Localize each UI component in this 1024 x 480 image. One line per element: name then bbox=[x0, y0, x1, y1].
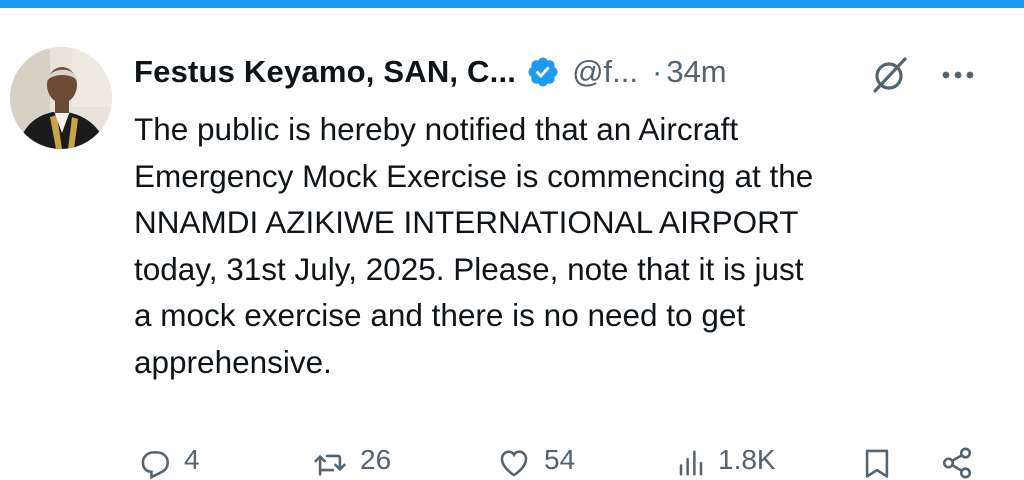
avatar[interactable] bbox=[10, 47, 112, 149]
reply-icon bbox=[141, 451, 170, 480]
verified-badge-icon bbox=[526, 55, 560, 89]
bookmark-button[interactable] bbox=[860, 440, 894, 480]
share-icon bbox=[942, 447, 972, 479]
views-button[interactable]: 1.8K bbox=[676, 440, 776, 480]
views-icon bbox=[679, 450, 703, 476]
tweet-actions: 4 26 54 1.8K bbox=[134, 440, 994, 480]
tweet-text-line: The public is hereby notified that an Ai… bbox=[134, 111, 739, 147]
tweet-text-line: Emergency Mock Exercise is commencing at… bbox=[134, 157, 814, 194]
reply-button[interactable]: 4 bbox=[138, 440, 200, 480]
heart-icon bbox=[500, 450, 528, 477]
share-button[interactable] bbox=[940, 440, 974, 480]
repost-count: 26 bbox=[360, 444, 392, 475]
repost-icon bbox=[314, 454, 346, 476]
top-accent-bar bbox=[0, 0, 1024, 8]
tweet-text-line: NNAMDI AZIKIWE INTERNATIONAL AIRPORT bbox=[134, 204, 799, 240]
top-divider bbox=[0, 14, 1024, 15]
views-count: 1.8K bbox=[718, 444, 776, 475]
tweet-text-line: a mock exercise and there is no need to … bbox=[134, 297, 746, 333]
author-handle[interactable]: @f... bbox=[572, 54, 638, 90]
tweet-text: The public is hereby notified that an Ai… bbox=[134, 106, 994, 385]
separator-dot: · bbox=[652, 54, 663, 89]
tweet-text-line: today, 31st July, 2025. Please, note tha… bbox=[134, 250, 804, 287]
more-options-icon[interactable] bbox=[938, 60, 978, 90]
reply-count: 4 bbox=[184, 444, 200, 475]
repost-button[interactable]: 26 bbox=[312, 440, 391, 480]
like-count: 54 bbox=[544, 444, 576, 475]
bookmark-icon bbox=[865, 449, 889, 478]
tweet-timestamp[interactable]: 34m bbox=[666, 54, 726, 90]
profile-photo-icon bbox=[10, 47, 112, 149]
like-button[interactable]: 54 bbox=[496, 440, 575, 480]
author-name[interactable]: Festus Keyamo, SAN, C... bbox=[134, 54, 516, 90]
grok-icon[interactable] bbox=[870, 55, 910, 95]
tweet-header: Festus Keyamo, SAN, C... @f... · 34m bbox=[134, 50, 727, 94]
tweet-text-line: apprehensive. bbox=[134, 343, 332, 380]
